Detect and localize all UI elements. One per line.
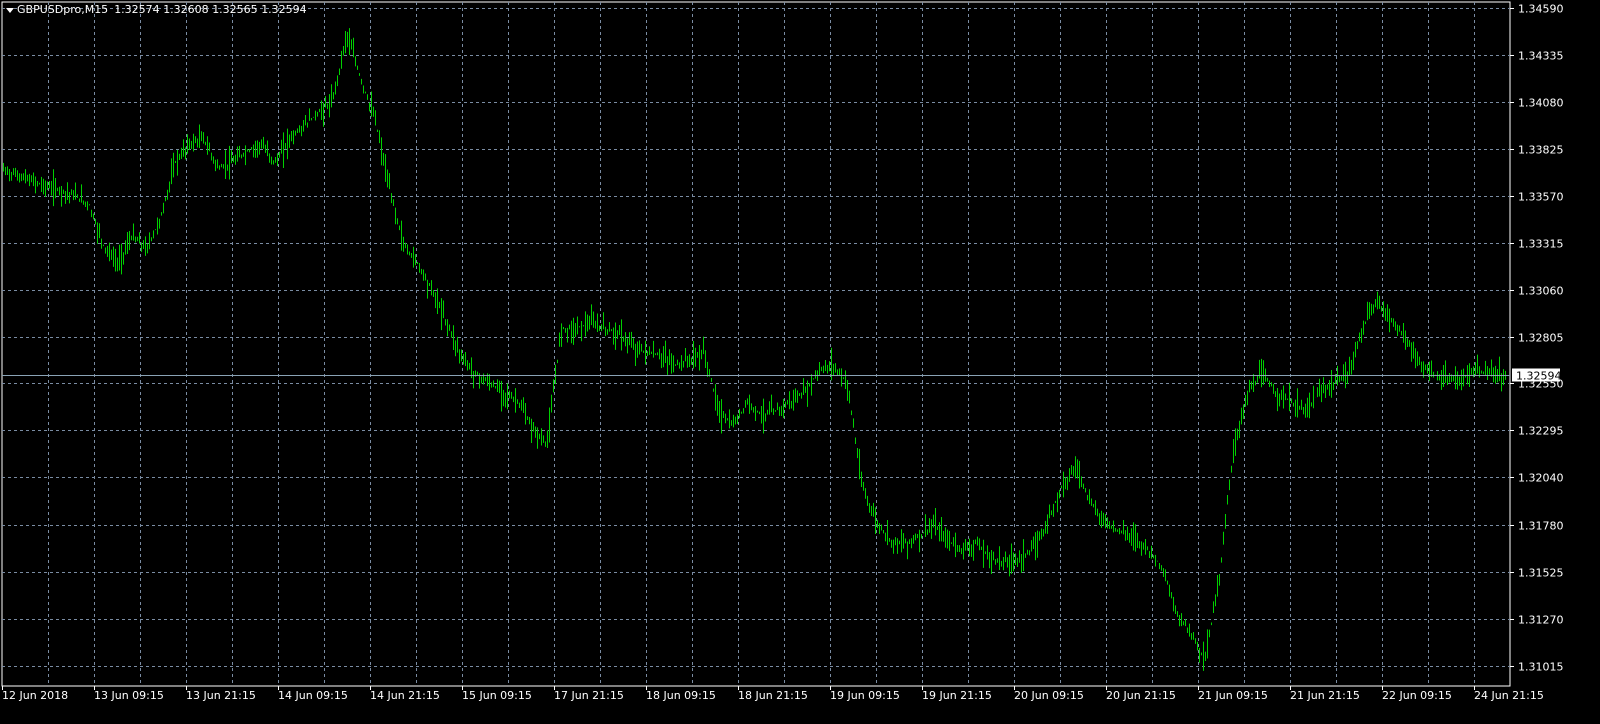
current-price-label: 1.32594 — [1516, 370, 1562, 383]
y-tick-label: 1.33315 — [1518, 238, 1564, 251]
x-tick-label: 13 Jun 09:15 — [94, 689, 164, 702]
y-tick-label: 1.33570 — [1518, 191, 1564, 204]
x-tick-label: 19 Jun 21:15 — [922, 689, 992, 702]
x-tick-label: 18 Jun 09:15 — [646, 689, 716, 702]
plot-frame — [1, 1, 1511, 687]
high-price: 1.32608 — [163, 3, 209, 16]
low-price: 1.32565 — [212, 3, 258, 16]
x-tick-label: 12 Jun 2018 — [2, 689, 68, 702]
y-tick-label: 1.31525 — [1518, 567, 1564, 580]
open-price: 1.32574 — [114, 3, 160, 16]
x-tick-label: 14 Jun 21:15 — [370, 689, 440, 702]
x-tick-label: 13 Jun 21:15 — [186, 689, 256, 702]
x-tick-label: 14 Jun 09:15 — [278, 689, 348, 702]
x-tick-label: 21 Jun 21:15 — [1290, 689, 1360, 702]
y-tick-label: 1.33060 — [1518, 285, 1564, 298]
y-tick-label: 1.31780 — [1518, 520, 1564, 533]
y-tick-label: 1.31270 — [1518, 614, 1564, 627]
x-tick-label: 15 Jun 09:15 — [462, 689, 532, 702]
x-tick-label: 20 Jun 09:15 — [1014, 689, 1084, 702]
y-tick-label: 1.34590 — [1518, 3, 1564, 16]
y-tick-label: 1.32295 — [1518, 425, 1564, 438]
y-tick-label: 1.31015 — [1518, 661, 1564, 674]
y-tick-label: 1.34335 — [1518, 50, 1564, 63]
x-tick-label: 22 Jun 09:15 — [1382, 689, 1452, 702]
chart-header: GBPUSDpro,M15 1.32574 1.32608 1.32565 1.3… — [6, 3, 307, 17]
symbol-timeframe: GBPUSDpro,M15 — [17, 3, 109, 16]
x-tick-label: 19 Jun 09:15 — [830, 689, 900, 702]
y-tick-label: 1.32040 — [1518, 472, 1564, 485]
close-price: 1.32594 — [261, 3, 307, 16]
x-tick-label: 20 Jun 21:15 — [1106, 689, 1176, 702]
x-tick-label: 24 Jun 21:15 — [1474, 689, 1544, 702]
y-tick-label: 1.33825 — [1518, 144, 1564, 157]
chart-canvas[interactable]: 1.34590 1.34335 1.34080 1.33825 1.33570 1.333… — [0, 0, 1600, 724]
y-tick-label: 1.34080 — [1518, 97, 1564, 110]
x-tick-label: 18 Jun 21:15 — [738, 689, 808, 702]
x-tick-label: 17 Jun 21:15 — [554, 689, 624, 702]
price-chart[interactable]: GBPUSDpro,M15 1.32574 1.32608 1.32565 1.3… — [0, 0, 1600, 724]
dropdown-triangle-icon[interactable] — [6, 7, 14, 13]
x-tick-label: 21 Jun 09:15 — [1198, 689, 1268, 702]
y-tick-label: 1.32805 — [1518, 332, 1564, 345]
